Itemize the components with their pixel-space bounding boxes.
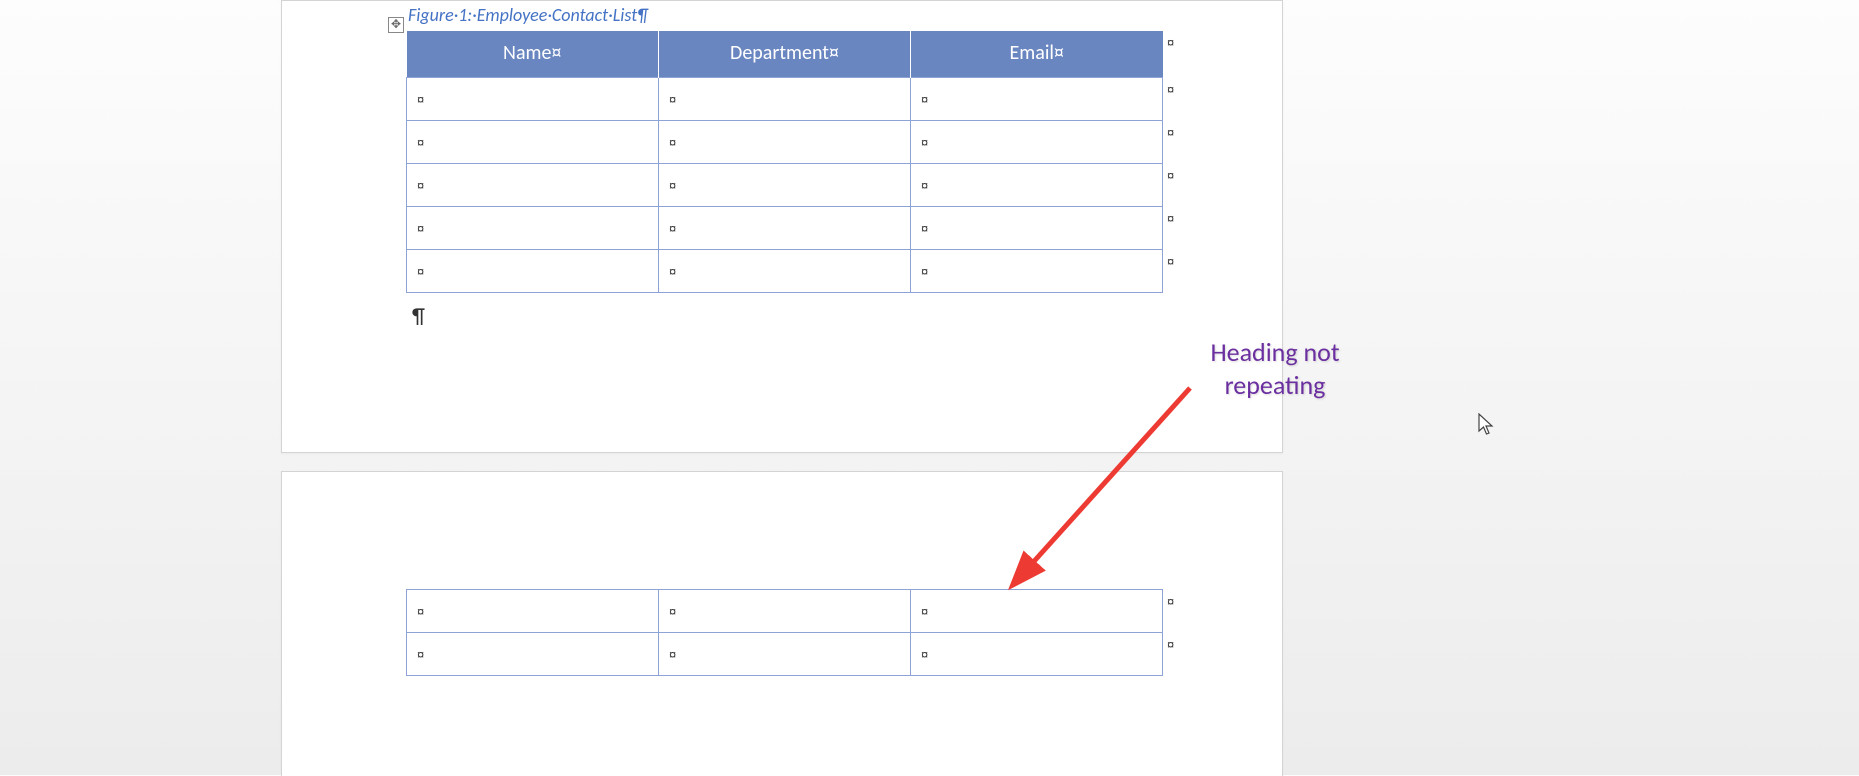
table-cell[interactable]: ¤ (407, 590, 659, 633)
table-cell[interactable]: ¤ (659, 121, 911, 164)
row-end-mark: ¤ (1167, 168, 1174, 183)
table-cell[interactable]: ¤ (407, 207, 659, 250)
cell-end-mark: ¤ (417, 135, 424, 150)
cell-end-mark: ¤ (669, 647, 676, 662)
table-cell[interactable]: ¤ (911, 590, 1163, 633)
row-end-mark: ¤ (1167, 35, 1174, 50)
table-cell[interactable]: ¤ (911, 164, 1163, 207)
cell-end-mark: ¤ (669, 178, 676, 193)
table-row[interactable]: ¤ ¤ ¤ (407, 633, 1163, 676)
cell-end-mark: ¤ (921, 604, 928, 619)
row-end-mark: ¤ (1167, 125, 1174, 140)
paragraph-mark[interactable]: ¶ (412, 302, 425, 329)
cell-end-mark: ¤ (417, 178, 424, 193)
table-cell[interactable]: ¤ (659, 164, 911, 207)
column-header-department[interactable]: Department¤ (659, 31, 911, 78)
table-cell[interactable]: ¤ (407, 78, 659, 121)
table-row[interactable]: ¤ ¤ ¤ (407, 250, 1163, 293)
table-row[interactable]: ¤ ¤ ¤ (407, 78, 1163, 121)
cell-end-mark: ¤ (921, 135, 928, 150)
cell-end-mark: ¤ (669, 92, 676, 107)
table-row[interactable]: ¤ ¤ ¤ (407, 207, 1163, 250)
annotation-label: Heading not repeating (1185, 336, 1365, 401)
cell-end-mark: ¤ (417, 264, 424, 279)
table-cell[interactable]: ¤ (659, 590, 911, 633)
table-cell[interactable]: ¤ (659, 78, 911, 121)
table-cell[interactable]: ¤ (911, 121, 1163, 164)
figure-caption[interactable]: Figure·1:·Employee·Contact·List¶ (408, 4, 648, 26)
annotation-line1: Heading not (1210, 336, 1339, 368)
row-end-mark: ¤ (1167, 254, 1174, 269)
employee-contact-table[interactable]: Name¤ Department¤ Email¤ ¤ ¤ ¤ ¤ ¤ ¤ ¤ ¤ ¤ ¤ ¤ ¤ ¤ ¤ ¤ (406, 31, 1163, 293)
employee-contact-table-continued[interactable]: ¤ ¤ ¤ ¤ ¤ ¤ (406, 589, 1163, 676)
cell-end-mark: ¤ (417, 92, 424, 107)
row-end-mark: ¤ (1167, 594, 1174, 609)
column-header-email[interactable]: Email¤ (911, 31, 1163, 78)
table-cell[interactable]: ¤ (659, 250, 911, 293)
cell-end-mark: ¤ (669, 264, 676, 279)
cell-end-mark: ¤ (921, 221, 928, 236)
cell-end-mark: ¤ (669, 604, 676, 619)
table-row[interactable]: ¤ ¤ ¤ (407, 121, 1163, 164)
table-move-handle-icon[interactable]: ✥ (388, 17, 404, 33)
table-cell[interactable]: ¤ (911, 78, 1163, 121)
table-cell[interactable]: ¤ (911, 207, 1163, 250)
table-row[interactable]: ¤ ¤ ¤ (407, 164, 1163, 207)
table-body-page1: ¤ ¤ ¤ ¤ ¤ ¤ ¤ ¤ ¤ ¤ ¤ ¤ ¤ ¤ ¤ (407, 78, 1163, 293)
table-cell[interactable]: ¤ (659, 207, 911, 250)
cell-end-mark: ¤ (921, 647, 928, 662)
table-body-page2: ¤ ¤ ¤ ¤ ¤ ¤ (407, 590, 1163, 676)
table-header-row[interactable]: Name¤ Department¤ Email¤ (407, 31, 1163, 78)
table-cell[interactable]: ¤ (407, 121, 659, 164)
move-handle-glyph: ✥ (391, 19, 401, 31)
table-cell[interactable]: ¤ (911, 250, 1163, 293)
cell-end-mark: ¤ (669, 221, 676, 236)
column-header-name[interactable]: Name¤ (407, 31, 659, 78)
cell-end-mark: ¤ (417, 221, 424, 236)
table-cell[interactable]: ¤ (659, 633, 911, 676)
cell-end-mark: ¤ (669, 135, 676, 150)
row-end-mark: ¤ (1167, 637, 1174, 652)
table-cell[interactable]: ¤ (407, 250, 659, 293)
mouse-cursor-icon (1478, 413, 1496, 437)
table-row[interactable]: ¤ ¤ ¤ (407, 590, 1163, 633)
table-cell[interactable]: ¤ (407, 164, 659, 207)
row-end-mark: ¤ (1167, 211, 1174, 226)
annotation-arrow-icon (1010, 383, 1200, 583)
row-end-mark: ¤ (1167, 82, 1174, 97)
cell-end-mark: ¤ (417, 604, 424, 619)
cell-end-mark: ¤ (417, 647, 424, 662)
table-cell[interactable]: ¤ (911, 633, 1163, 676)
cell-end-mark: ¤ (921, 178, 928, 193)
annotation-line2: repeating (1225, 369, 1326, 401)
cell-end-mark: ¤ (921, 264, 928, 279)
table-cell[interactable]: ¤ (407, 633, 659, 676)
cell-end-mark: ¤ (921, 92, 928, 107)
